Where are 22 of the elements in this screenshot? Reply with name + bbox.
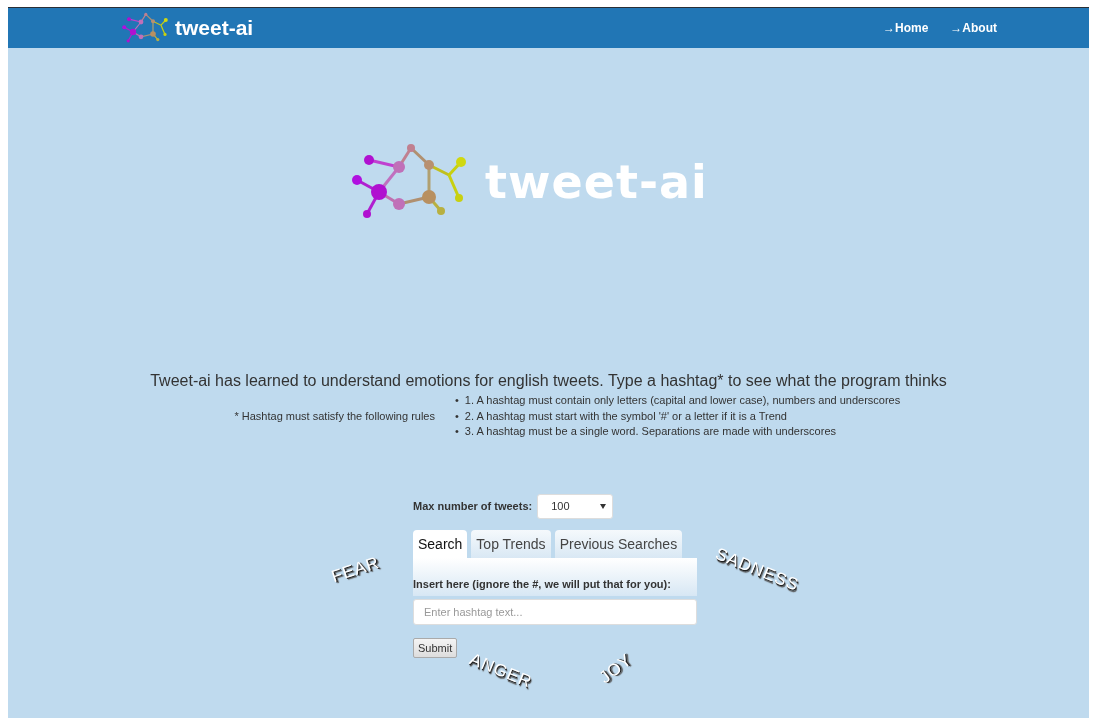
bullet: •: [455, 408, 459, 424]
hero-logo-text: tweet-ai: [485, 155, 708, 209]
bullet: •: [455, 424, 459, 439]
nav-link[interactable]: →About: [950, 21, 997, 35]
bullet: •: [455, 393, 459, 408]
nav-link[interactable]: →Home: [883, 21, 929, 35]
rule-item: 1. A hashtag must contain only letters (capital and lower case), numbers and underscores: [464, 393, 901, 408]
rules-note: * Hashtag must satisfy the following rules: [234, 410, 435, 423]
caret-icon: [600, 503, 607, 509]
submit-button[interactable]: Submit: [413, 637, 458, 658]
hashtag-input-field[interactable]: Enter hashtag text...: [413, 598, 697, 625]
rule-item: 3. A hashtag must be a single word. Separations are made with underscores: [464, 424, 837, 439]
tab[interactable]: Search: [413, 529, 468, 558]
brand-link[interactable]: tweet-ai: [121, 8, 254, 48]
emotion-word: FEAR: [329, 552, 383, 587]
input-label: Insert here (ignore the #, we will put that for you):: [413, 577, 671, 590]
tab[interactable]: Top Trends: [471, 529, 551, 558]
intro-text: Tweet-ai has learned to understand emotions for english tweets. Type a hashtag* to see what the program thinks: [149, 372, 948, 390]
max-tweets-label: Max number of tweets:: [413, 500, 533, 512]
rule-item: 2. A hashtag must start with the symbol '#' or a letter if it is a Trend: [464, 408, 787, 424]
max-tweets-select[interactable]: 100: [537, 493, 614, 519]
tab[interactable]: Previous Searches: [554, 529, 683, 558]
